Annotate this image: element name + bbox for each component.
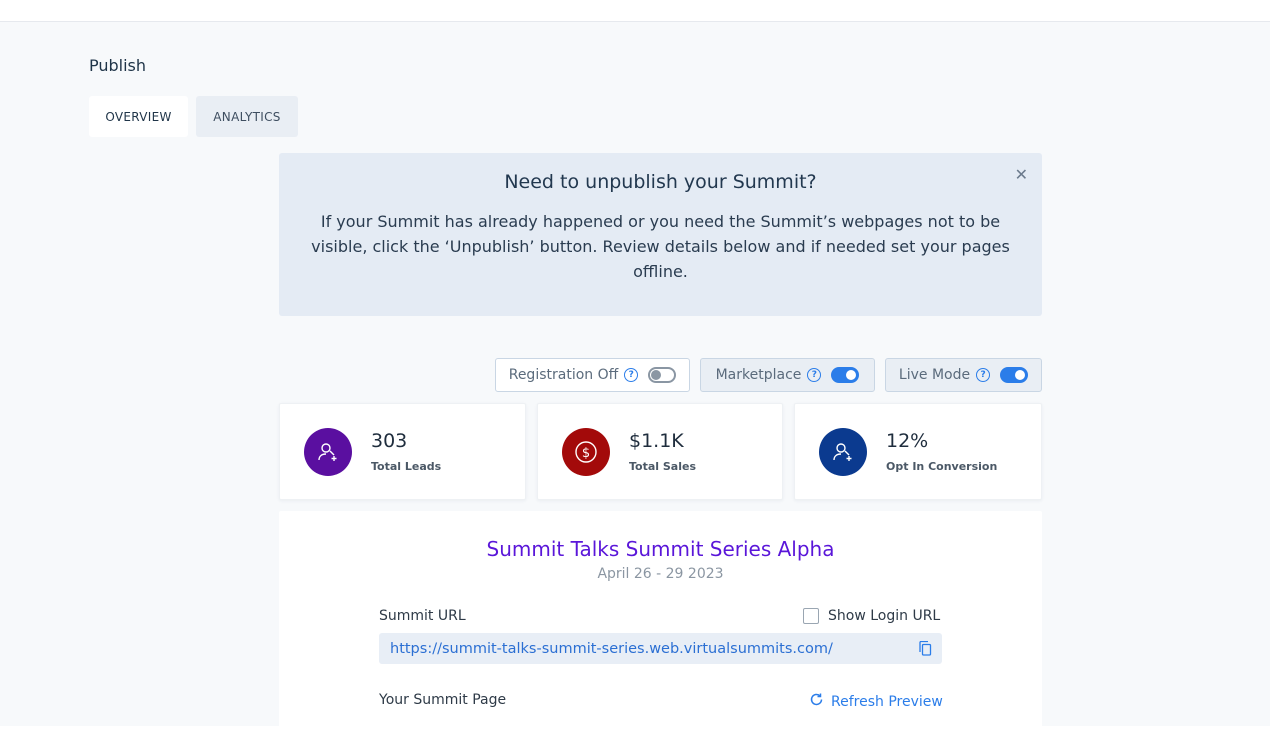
stat-value: $1.1K (629, 430, 684, 452)
summit-card: Summit Talks Summit Series Alpha April 2… (279, 511, 1042, 726)
user-add-icon (819, 428, 867, 476)
unpublish-notice: Need to unpublish your Summit? If your S… (279, 153, 1042, 316)
dollar-icon: $ (562, 428, 610, 476)
summit-url-label: Summit URL (379, 608, 466, 624)
help-icon[interactable]: ? (976, 368, 991, 382)
show-login-url-checkbox[interactable]: Show Login URL (803, 608, 940, 624)
stat-card-total-leads: 303 Total Leads (279, 403, 526, 500)
marketplace-toggle-label: Marketplace (715, 367, 802, 383)
show-login-url-label: Show Login URL (828, 608, 941, 624)
close-icon[interactable]: ✕ (1015, 165, 1028, 184)
summit-url-field[interactable]: https://summit-talks-summit-series.web.v… (379, 633, 942, 664)
registration-toggle[interactable]: Registration Off ? (495, 358, 690, 392)
notice-title: Need to unpublish your Summit? (504, 171, 817, 193)
refresh-preview-link[interactable]: Refresh Preview (809, 692, 943, 711)
refresh-preview-label: Refresh Preview (831, 693, 943, 710)
stat-label: Opt In Conversion (886, 460, 998, 473)
summit-name: Summit Talks Summit Series Alpha (486, 537, 835, 561)
tab-overview[interactable]: OVERVIEW (89, 96, 188, 137)
live-mode-switch[interactable] (1000, 367, 1029, 383)
checkbox[interactable] (803, 608, 819, 624)
main-content: Publish OVERVIEW ANALYTICS Need to unpub… (0, 22, 1270, 726)
tab-analytics[interactable]: ANALYTICS (196, 96, 298, 137)
marketplace-toggle[interactable]: Marketplace ? (700, 358, 875, 392)
page-title: Publish (89, 56, 147, 75)
refresh-icon (809, 692, 824, 711)
stat-value: 12% (886, 430, 929, 452)
registration-toggle-label: Registration Off (508, 367, 619, 383)
summit-url-text[interactable]: https://summit-talks-summit-series.web.v… (390, 641, 833, 657)
help-icon[interactable]: ? (807, 368, 822, 382)
stat-card-opt-in-conversion: 12% Opt In Conversion (794, 403, 1042, 500)
svg-text:$: $ (582, 446, 590, 461)
summit-page-label: Your Summit Page (379, 692, 507, 708)
bottom-bar (0, 726, 1270, 739)
stat-label: Total Sales (629, 460, 697, 473)
live-mode-toggle-label: Live Mode (898, 367, 971, 383)
stat-label: Total Leads (371, 460, 442, 473)
notice-body: If your Summit has already happened or y… (311, 212, 1010, 281)
top-bar (0, 0, 1270, 22)
copy-icon[interactable] (919, 640, 932, 660)
marketplace-switch[interactable] (831, 367, 860, 383)
live-mode-toggle[interactable]: Live Mode ? (885, 358, 1042, 392)
user-add-icon (304, 428, 352, 476)
stat-card-total-sales: $ $1.1K Total Sales (537, 403, 783, 500)
help-icon[interactable]: ? (624, 368, 639, 382)
stat-value: 303 (371, 430, 408, 452)
summit-dates: April 26 - 29 2023 (597, 566, 724, 582)
registration-switch[interactable] (648, 367, 677, 383)
